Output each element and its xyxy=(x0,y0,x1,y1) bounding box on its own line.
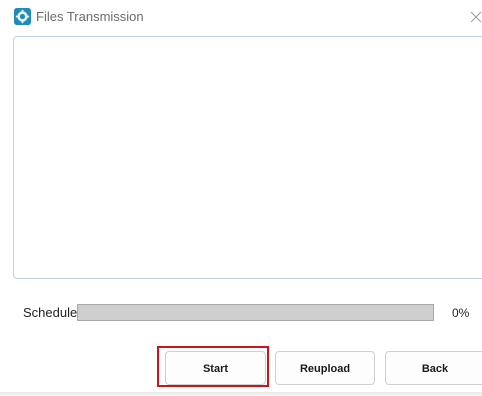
schedule-progress-bar xyxy=(77,304,434,321)
back-button[interactable]: Back xyxy=(385,351,482,385)
files-transmission-window: Files Transmission Schedule 0% Start Reu… xyxy=(0,0,482,396)
progress-percent-text: 0% xyxy=(452,306,470,320)
close-icon xyxy=(470,11,482,23)
reupload-button[interactable]: Reupload xyxy=(275,351,375,385)
window-title: Files Transmission xyxy=(36,9,144,24)
app-icon xyxy=(14,8,31,25)
start-button[interactable]: Start xyxy=(165,351,266,385)
schedule-label: Schedule xyxy=(23,305,78,320)
close-button[interactable] xyxy=(466,2,482,28)
transmission-log-textarea[interactable] xyxy=(13,36,482,279)
title-bar: Files Transmission xyxy=(0,0,482,34)
bottom-edge xyxy=(0,392,482,396)
